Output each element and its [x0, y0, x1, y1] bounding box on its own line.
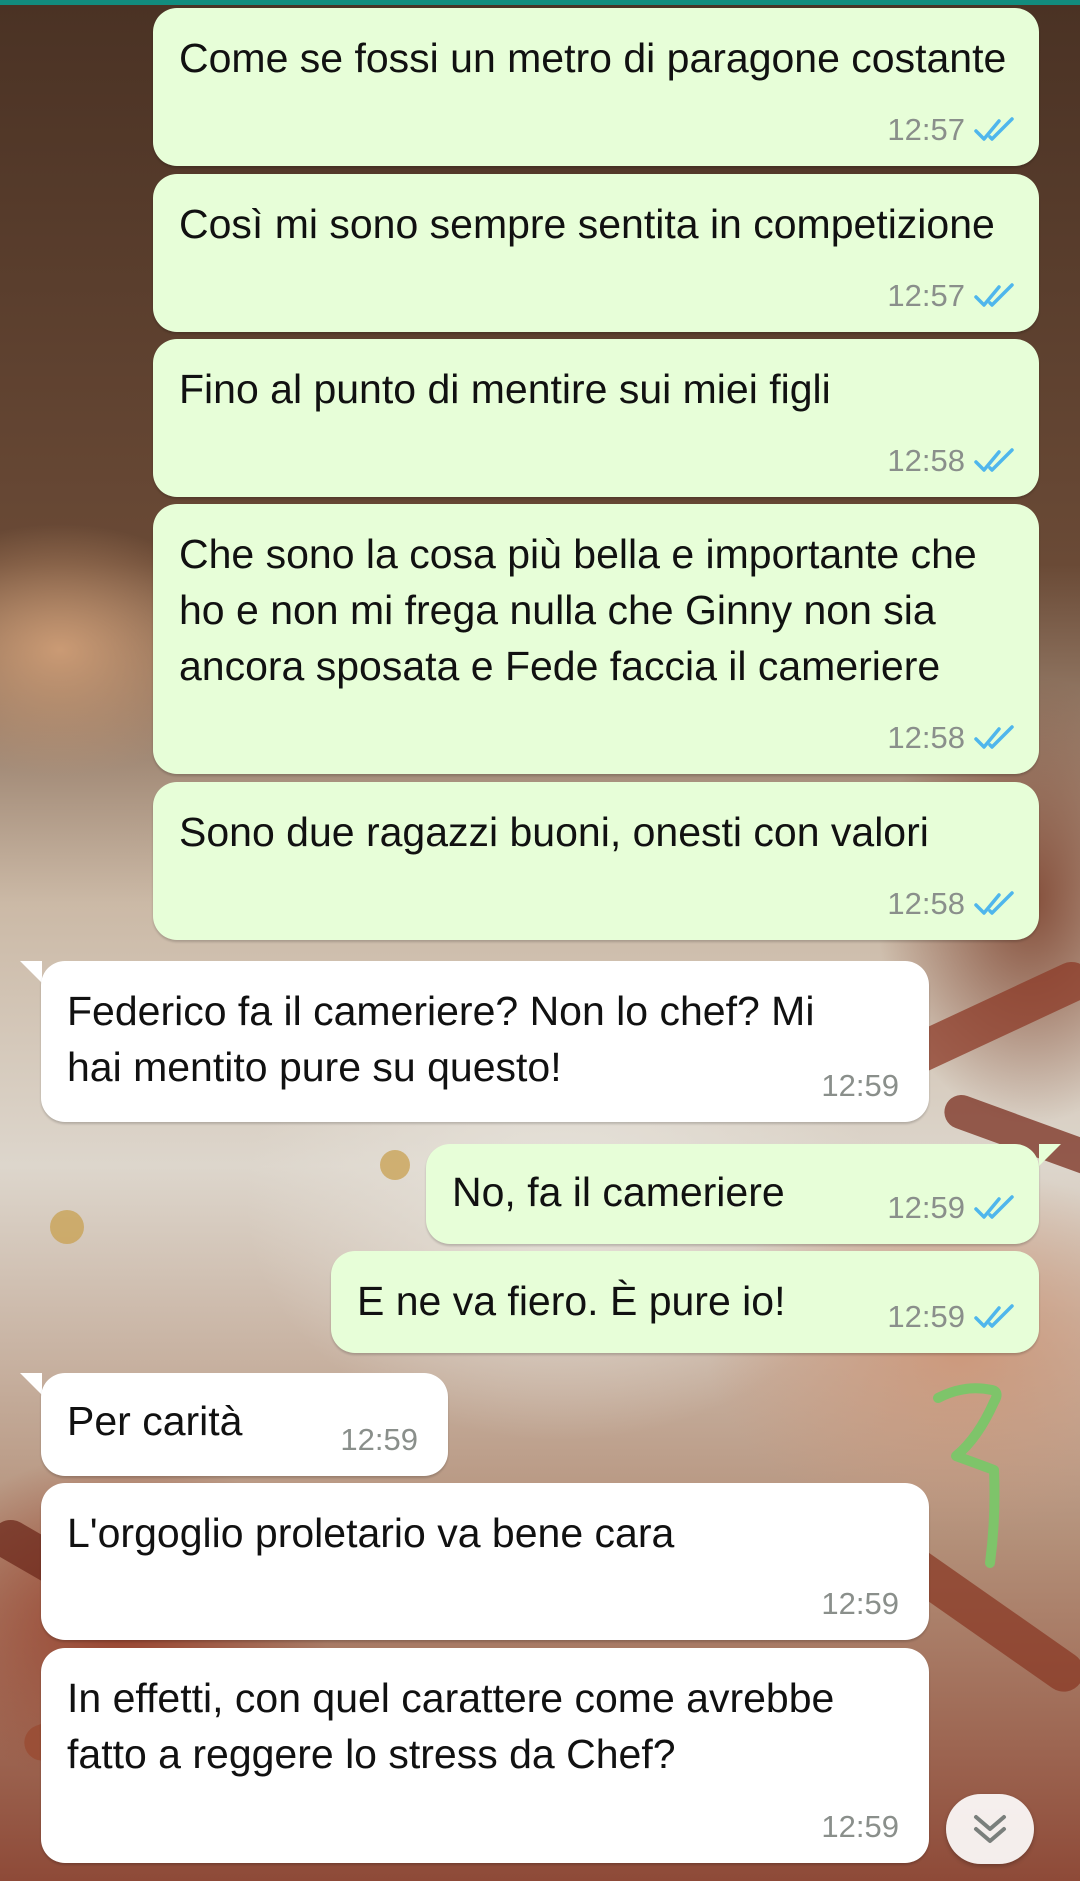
message-time: 12:59	[887, 1299, 965, 1334]
message-time: 12:59	[340, 1422, 418, 1457]
message-time: 12:57	[887, 112, 965, 147]
message-time: 12:58	[887, 720, 965, 755]
message-meta: 12:57	[887, 112, 1017, 148]
message-time: 12:58	[887, 443, 965, 478]
message-text: L'orgoglio proletario va bene cara	[67, 1510, 675, 1556]
message-time: 12:59	[821, 1068, 899, 1103]
message-text: Come se fossi un metro di paragone costa…	[179, 35, 1007, 81]
message-time: 12:58	[887, 886, 965, 921]
message-meta: 12:59	[887, 1190, 1017, 1226]
message-bubble-outgoing[interactable]: No, fa il cameriere 12:59	[426, 1144, 1039, 1244]
message-bubble-incoming[interactable]: Federico fa il cameriere? Non lo chef? M…	[41, 961, 929, 1122]
message-bubble-outgoing[interactable]: Come se fossi un metro di paragone costa…	[153, 8, 1039, 166]
double-check-icon	[974, 725, 1014, 749]
message-bubble-outgoing[interactable]: Sono due ragazzi buoni, onesti con valor…	[153, 782, 1039, 940]
message-meta: 12:58	[887, 720, 1017, 756]
message-bubble-outgoing[interactable]: Così mi sono sempre sentita in competizi…	[153, 174, 1039, 332]
message-meta: 12:57	[887, 278, 1017, 314]
message-time: 12:59	[821, 1586, 899, 1621]
handdrawn-bracket-annotation	[933, 1383, 1002, 1568]
message-time: 12:59	[821, 1809, 899, 1844]
message-bubble-incoming[interactable]: In effetti, con quel carattere come avre…	[41, 1648, 929, 1863]
message-time: 12:57	[887, 278, 965, 313]
message-text: In effetti, con quel carattere come avre…	[67, 1675, 846, 1777]
message-meta: 12:59	[821, 1809, 899, 1845]
chevron-double-down-icon	[974, 1815, 1006, 1843]
message-text: Sono due ragazzi buoni, onesti con valor…	[179, 809, 929, 855]
double-check-icon	[974, 1304, 1014, 1328]
message-meta: 12:59	[340, 1422, 418, 1458]
message-meta: 12:58	[887, 443, 1017, 479]
message-meta: 12:59	[887, 1299, 1017, 1335]
double-check-icon	[974, 1195, 1014, 1219]
message-bubble-incoming[interactable]: Per carità 12:59	[41, 1373, 448, 1476]
message-bubble-incoming[interactable]: L'orgoglio proletario va bene cara 12:59	[41, 1483, 929, 1640]
message-bubble-outgoing[interactable]: E ne va fiero. È pure io! 12:59	[331, 1251, 1039, 1353]
message-text: Così mi sono sempre sentita in competizi…	[179, 201, 995, 247]
bubble-tail	[1039, 1144, 1061, 1166]
bubble-tail	[20, 1373, 42, 1395]
double-check-icon	[974, 117, 1014, 141]
double-check-icon	[974, 283, 1014, 307]
message-time: 12:59	[887, 1190, 965, 1225]
scroll-to-bottom-button[interactable]	[946, 1794, 1034, 1864]
message-bubble-outgoing[interactable]: Che sono la cosa più bella e importante …	[153, 504, 1039, 774]
message-text: Federico fa il cameriere? Non lo chef? M…	[67, 988, 826, 1090]
message-text: Fino al punto di mentire sui miei figli	[179, 366, 831, 412]
double-check-icon	[974, 448, 1014, 472]
bubble-tail	[20, 961, 42, 983]
top-app-bar-edge	[0, 0, 1080, 5]
message-text: Che sono la cosa più bella e importante …	[179, 531, 989, 689]
message-meta: 12:59	[821, 1068, 899, 1104]
message-meta: 12:58	[887, 886, 1017, 922]
message-meta: 12:59	[821, 1586, 899, 1622]
message-bubble-outgoing[interactable]: Fino al punto di mentire sui miei figli …	[153, 339, 1039, 497]
double-check-icon	[974, 891, 1014, 915]
